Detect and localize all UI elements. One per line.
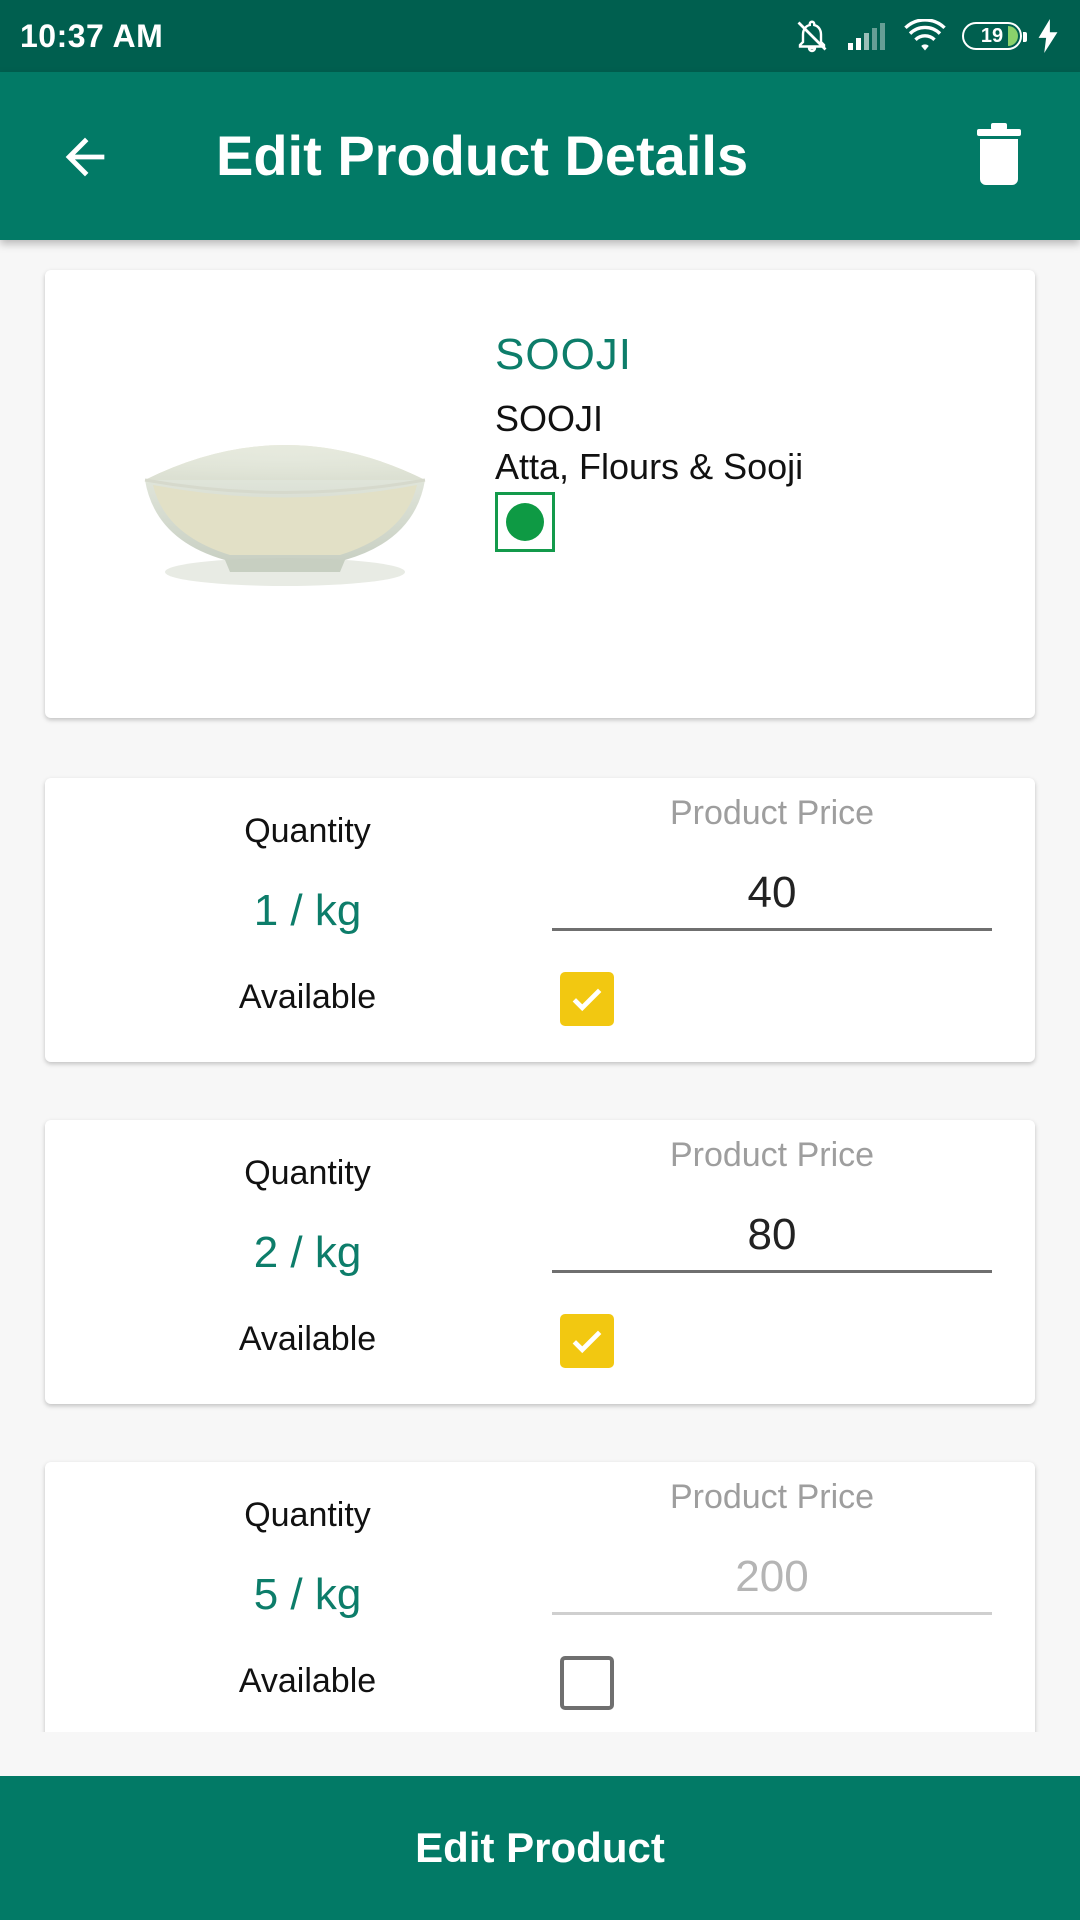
available-checkbox[interactable]	[560, 972, 614, 1026]
quantity-value: 1 / kg	[253, 886, 362, 935]
sooji-bowl-image	[144, 445, 426, 586]
quantity-label: Quantity	[244, 812, 371, 850]
available-checkbox[interactable]	[560, 1656, 614, 1710]
signal-icon	[848, 23, 885, 50]
price-label: Product Price	[669, 1478, 875, 1516]
app-bar: Edit Product Details	[0, 72, 1080, 240]
available-checkbox[interactable]	[560, 1314, 614, 1368]
status-icons: 19	[794, 18, 1058, 54]
product-category: Atta, Flours & Sooji	[495, 446, 804, 487]
veg-indicator-icon	[495, 492, 555, 552]
product-name: SOOJI	[495, 330, 633, 379]
variant-card: Quantity 1 / kg Available Product Price	[45, 778, 1035, 1062]
price-input[interactable]	[552, 1542, 992, 1615]
veg-dot	[506, 503, 544, 541]
available-label: Available	[238, 1662, 377, 1700]
product-subname: SOOJI	[495, 398, 604, 439]
status-bar: 10:37 AM 19	[0, 0, 1080, 72]
check-icon	[572, 988, 602, 1012]
quantity-label: Quantity	[244, 1496, 371, 1534]
scroll-gap	[0, 1732, 1080, 1776]
battery-icon: 19	[962, 22, 1027, 50]
status-time: 10:37 AM	[20, 17, 164, 54]
variant-card: Quantity 5 / kg Available Product Price	[45, 1462, 1035, 1746]
price-label: Product Price	[669, 794, 875, 832]
price-input[interactable]	[552, 1200, 992, 1273]
price-input[interactable]	[552, 858, 992, 931]
edit-product-button[interactable]: Edit Product	[0, 1776, 1080, 1920]
quantity-value: 5 / kg	[253, 1570, 362, 1619]
page-title: Edit Product Details	[216, 124, 749, 187]
price-label: Product Price	[669, 1136, 875, 1174]
available-label: Available	[238, 978, 377, 1016]
battery-level: 19	[980, 24, 1004, 47]
trash-icon	[977, 123, 1021, 185]
variant-card: Quantity 2 / kg Available Product Price	[45, 1120, 1035, 1404]
quantity-value: 2 / kg	[253, 1228, 362, 1277]
wifi-icon	[904, 19, 946, 51]
quantity-label: Quantity	[244, 1154, 371, 1192]
arrow-back-icon	[65, 137, 105, 177]
available-label: Available	[238, 1320, 377, 1358]
product-card: SOOJI SOOJI Atta, Flours & Sooji	[45, 270, 1035, 718]
delete-button[interactable]	[954, 110, 1044, 200]
mute-icon	[797, 20, 827, 53]
back-button[interactable]	[40, 112, 130, 202]
charging-icon	[1038, 19, 1058, 53]
check-icon	[572, 1330, 602, 1354]
